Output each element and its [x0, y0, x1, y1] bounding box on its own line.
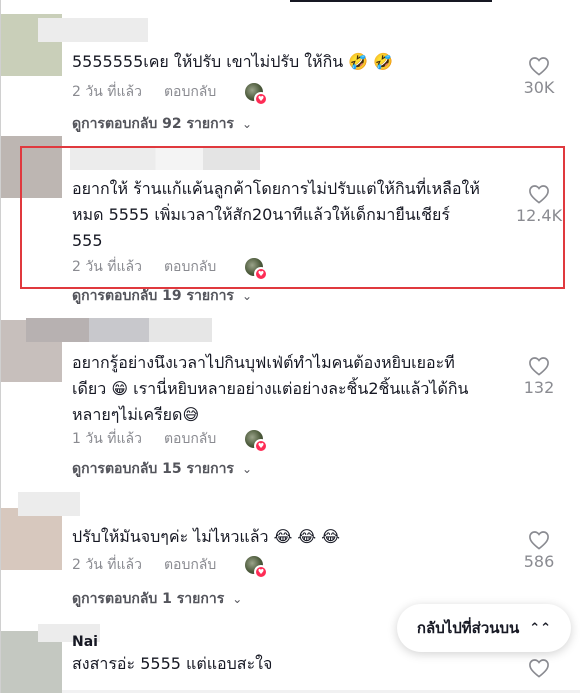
comment-meta: 1 วัน ที่แล้ว ตอบกลับ — [72, 428, 216, 450]
like-button[interactable]: 586 — [509, 530, 569, 571]
blurred-username — [26, 318, 212, 342]
comment-username[interactable]: Nai — [72, 634, 98, 650]
reply-button[interactable]: ตอบกลับ — [164, 428, 216, 450]
comment-text: 5555555เคย ให้ปรับ เขาไม่ปรับ ให้กิน 🤣 🤣 — [72, 52, 394, 71]
heart-badge-icon: ♥ — [254, 92, 268, 106]
like-button[interactable] — [509, 658, 569, 678]
comment-text: อยากรู้อย่างนึงเวลาไปกินบุฟเฟ่ต์ทำไมคนต้… — [72, 353, 469, 424]
blurred-username — [38, 18, 148, 42]
like-button[interactable]: 30K — [509, 56, 569, 97]
comment-timestamp: 2 วัน ที่แล้ว — [72, 84, 142, 100]
active-tab-indicator — [290, 0, 492, 2]
reply-button[interactable]: ตอบกลับ — [164, 81, 216, 103]
view-replies-label: ดูการตอบกลับ 92 รายการ — [72, 116, 234, 132]
double-chevron-up-icon: ⌃⌃ — [529, 620, 552, 636]
comment-text: สงสารอ่ะ 5555 แต่แอบสะใจ — [72, 654, 273, 673]
chevron-down-icon: ⌄ — [241, 289, 253, 303]
view-replies-button[interactable]: ดูการตอบกลับ 15 รายการ ⌄ — [72, 458, 252, 480]
chevron-down-icon: ⌄ — [232, 592, 243, 606]
heart-badge-icon: ♥ — [254, 439, 268, 453]
view-replies-button[interactable]: ดูการตอบกลับ 92 รายการ ⌄ — [72, 113, 252, 135]
comment-timestamp: 1 วัน ที่แล้ว — [72, 431, 142, 447]
emoji: 😁 — [111, 379, 128, 398]
heart-outline-icon — [529, 659, 549, 678]
panel-edge — [0, 0, 1, 693]
heart-outline-icon — [529, 57, 549, 76]
comment-timestamp: 2 วัน ที่แล้ว — [72, 557, 142, 573]
creator-liked-avatar: ♥ — [245, 430, 268, 453]
comment-text: ปรับให้มันจบๆค่ะ ไม่ไหวแล้ว 😂 😂 😂 — [72, 527, 340, 546]
like-count: 30K — [523, 78, 555, 97]
back-to-top-label: กลับไปที่ส่วนบน — [416, 619, 520, 637]
emoji: 🤣 🤣 — [348, 52, 394, 71]
creator-liked-avatar: ♥ — [245, 83, 268, 106]
creator-liked-avatar: ♥ — [245, 556, 268, 579]
comment-meta: 2 วัน ที่แล้ว ตอบกลับ — [72, 554, 216, 576]
chevron-down-icon: ⌄ — [241, 117, 253, 131]
view-replies-button[interactable]: ดูการตอบกลับ 1 รายการ ⌄ — [72, 588, 242, 610]
chevron-down-icon: ⌄ — [241, 462, 253, 476]
back-to-top-button[interactable]: กลับไปที่ส่วนบน ⌃⌃ — [397, 604, 571, 652]
blurred-username — [18, 492, 80, 516]
heart-outline-icon — [529, 357, 549, 376]
emoji: 😅 — [182, 405, 200, 424]
like-count: 132 — [523, 378, 555, 397]
highlight-box — [20, 146, 565, 289]
heart-outline-icon — [529, 531, 549, 550]
heart-badge-icon: ♥ — [254, 565, 268, 579]
like-button[interactable]: 132 — [509, 356, 569, 397]
like-count: 586 — [523, 552, 555, 571]
commenter-avatar[interactable] — [0, 508, 62, 570]
view-replies-label: ดูการตอบกลับ 15 รายการ — [72, 461, 234, 477]
view-replies-label: ดูการตอบกลับ 1 รายการ — [72, 591, 225, 607]
comment-meta: 2 วัน ที่แล้ว ตอบกลับ — [72, 81, 216, 103]
emoji: 😂 😂 😂 — [273, 527, 340, 546]
reply-button[interactable]: ตอบกลับ — [164, 554, 216, 576]
